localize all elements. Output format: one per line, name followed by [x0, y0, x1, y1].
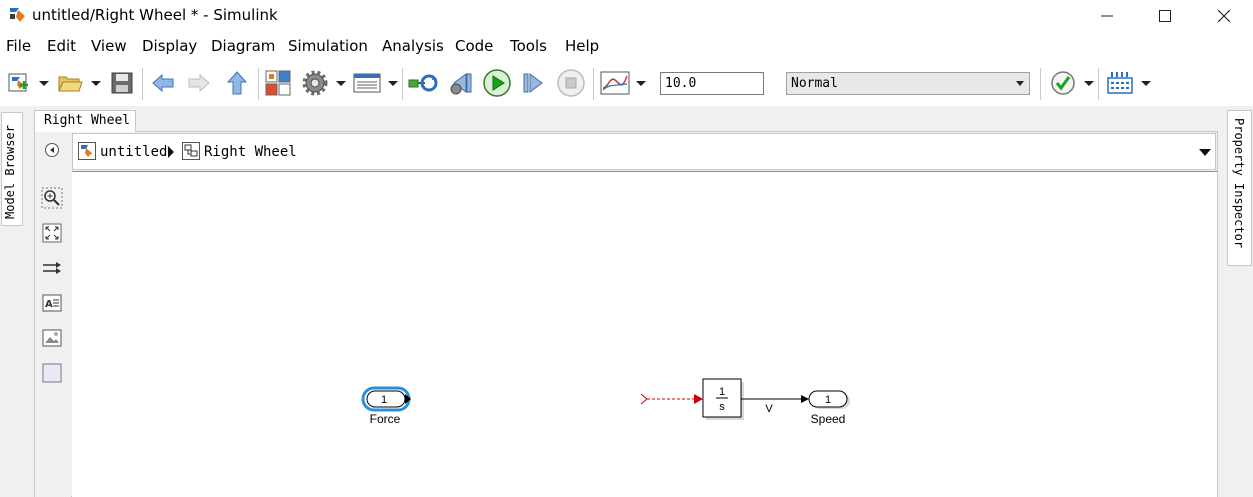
signal-label: V	[765, 403, 773, 415]
diagram-layer: 1 Force 1 s V 1 Speed	[361, 378, 850, 426]
outport-number: 1	[825, 394, 831, 406]
signal-line-v[interactable]	[741, 395, 809, 403]
inport-number: 1	[381, 394, 387, 406]
integrator-denominator: s	[719, 401, 725, 413]
unconnected-signal-line[interactable]	[640, 393, 703, 405]
outport-label: Speed	[811, 412, 846, 426]
integrator-numerator: 1	[719, 386, 725, 398]
inport-label: Force	[370, 412, 401, 426]
